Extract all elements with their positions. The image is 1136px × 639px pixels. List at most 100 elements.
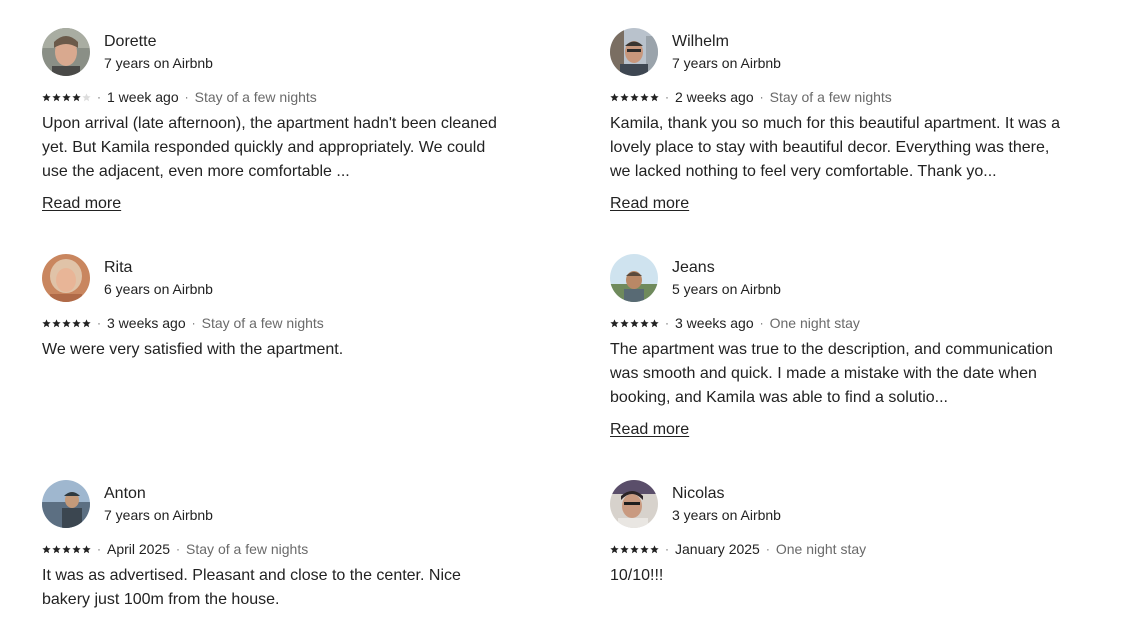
star-filled-icon — [650, 318, 659, 327]
review-card: Jeans 5 years on Airbnb · 3 weeks ago · … — [610, 254, 1070, 442]
reviewer-avatar[interactable] — [42, 254, 90, 302]
stay-type: Stay of a few nights — [769, 89, 892, 105]
star-filled-icon — [62, 318, 71, 327]
review-card: Anton 7 years on Airbnb · April 2025 · S… — [42, 480, 502, 612]
read-more-link[interactable]: Read more — [610, 418, 689, 442]
star-filled-icon — [630, 544, 639, 553]
read-more-link[interactable]: Read more — [610, 192, 689, 216]
separator-dot: · — [97, 316, 101, 330]
separator-dot: · — [97, 542, 101, 556]
review-comment: The apartment was true to the descriptio… — [610, 341, 1053, 406]
reviewer-avatar[interactable] — [42, 28, 90, 76]
star-filled-icon — [52, 92, 61, 101]
reviewer-tenure: 5 years on Airbnb — [672, 281, 781, 297]
star-filled-icon — [42, 318, 51, 327]
reviewer-avatar[interactable] — [610, 28, 658, 76]
star-filled-icon — [640, 544, 649, 553]
star-filled-icon — [52, 544, 61, 553]
review-meta: · 3 weeks ago · Stay of a few nights — [42, 314, 502, 332]
reviewer-header: Jeans 5 years on Airbnb — [610, 254, 1070, 302]
reviewer-tenure: 6 years on Airbnb — [104, 281, 213, 297]
star-empty-icon — [82, 92, 91, 101]
review-date: 2 weeks ago — [675, 89, 754, 105]
star-filled-icon — [610, 92, 619, 101]
stay-type: Stay of a few nights — [201, 315, 324, 331]
reviewer-avatar[interactable] — [610, 254, 658, 302]
reviewer-name: Nicolas — [672, 485, 725, 502]
star-filled-icon — [610, 318, 619, 327]
reviewer-tenure: 7 years on Airbnb — [104, 507, 213, 523]
separator-dot: · — [665, 316, 669, 330]
review-meta: · 2 weeks ago · Stay of a few nights — [610, 88, 1070, 106]
review-date: 1 week ago — [107, 89, 179, 105]
star-filled-icon — [630, 318, 639, 327]
star-filled-icon — [72, 92, 81, 101]
stay-type: Stay of a few nights — [186, 541, 309, 557]
review-card: Nicolas 3 years on Airbnb · January 2025… — [610, 480, 1070, 588]
reviewer-name: Dorette — [104, 33, 157, 50]
review-meta: · 1 week ago · Stay of a few nights — [42, 88, 502, 106]
review-meta: · April 2025 · Stay of a few nights — [42, 540, 502, 558]
star-filled-icon — [72, 318, 81, 327]
star-filled-icon — [620, 544, 629, 553]
star-filled-icon — [640, 92, 649, 101]
reviewer-avatar[interactable] — [42, 480, 90, 528]
review-meta: · 3 weeks ago · One night stay — [610, 314, 1070, 332]
star-filled-icon — [72, 544, 81, 553]
read-more-link[interactable]: Read more — [42, 192, 121, 216]
star-filled-icon — [82, 318, 91, 327]
star-rating — [42, 318, 91, 328]
review-card: Rita 6 years on Airbnb · 3 weeks ago · S… — [42, 254, 502, 362]
star-rating — [610, 544, 659, 554]
star-filled-icon — [610, 544, 619, 553]
separator-dot: · — [176, 542, 181, 556]
star-filled-icon — [650, 544, 659, 553]
star-rating — [610, 318, 659, 328]
review-comment: 10/10!!! — [610, 567, 664, 584]
review-comment: We were very satisfied with the apartmen… — [42, 341, 344, 358]
star-filled-icon — [82, 544, 91, 553]
review-comment: Upon arrival (late afternoon), the apart… — [42, 115, 497, 180]
star-filled-icon — [640, 318, 649, 327]
star-filled-icon — [620, 318, 629, 327]
star-rating — [610, 92, 659, 102]
reviewer-name: Anton — [104, 485, 146, 502]
separator-dot: · — [759, 90, 764, 104]
reviewer-tenure: 3 years on Airbnb — [672, 507, 781, 523]
star-filled-icon — [42, 544, 51, 553]
star-rating — [42, 92, 91, 102]
separator-dot: · — [665, 90, 669, 104]
reviewer-avatar[interactable] — [610, 480, 658, 528]
separator-dot: · — [665, 542, 669, 556]
reviewer-name: Jeans — [672, 259, 715, 276]
review-date: 3 weeks ago — [675, 315, 754, 331]
review-comment: It was as advertised. Pleasant and close… — [42, 567, 461, 608]
reviewer-header: Anton 7 years on Airbnb — [42, 480, 502, 528]
review-meta: · January 2025 · One night stay — [610, 540, 1070, 558]
stay-type: Stay of a few nights — [194, 89, 317, 105]
reviewer-name: Rita — [104, 259, 133, 276]
reviewer-header: Nicolas 3 years on Airbnb — [610, 480, 1070, 528]
star-filled-icon — [620, 92, 629, 101]
star-filled-icon — [650, 92, 659, 101]
review-card: Wilhelm 7 years on Airbnb · 2 weeks ago … — [610, 28, 1070, 216]
stay-type: One night stay — [775, 541, 867, 557]
reviewer-header: Rita 6 years on Airbnb — [42, 254, 502, 302]
star-filled-icon — [62, 544, 71, 553]
star-filled-icon — [42, 92, 51, 101]
separator-dot: · — [97, 90, 101, 104]
star-filled-icon — [62, 92, 71, 101]
reviewer-name: Wilhelm — [672, 33, 729, 50]
review-date: 3 weeks ago — [107, 315, 186, 331]
stay-type: One night stay — [769, 315, 860, 331]
star-filled-icon — [630, 92, 639, 101]
reviewer-header: Wilhelm 7 years on Airbnb — [610, 28, 1070, 76]
review-date: January 2025 — [675, 541, 760, 557]
review-comment: Kamila, thank you so much for this beaut… — [610, 115, 1060, 180]
star-rating — [42, 544, 91, 554]
star-filled-icon — [52, 318, 61, 327]
review-date: April 2025 — [107, 541, 171, 557]
separator-dot: · — [765, 542, 770, 556]
separator-dot: · — [759, 316, 764, 330]
reviewer-header: Dorette 7 years on Airbnb — [42, 28, 502, 76]
